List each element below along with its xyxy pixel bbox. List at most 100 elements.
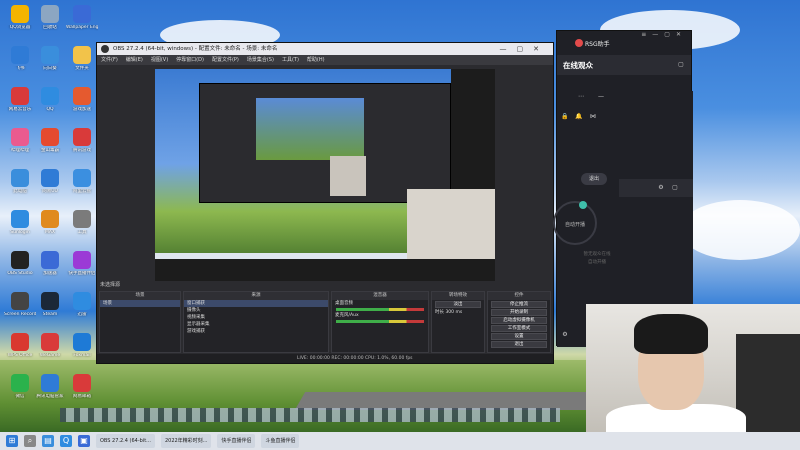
obs-menu-item[interactable]: 编辑(E): [126, 55, 143, 65]
desktop-icon[interactable]: OBS Studio: [4, 248, 36, 284]
lock-icon[interactable]: 🔒: [561, 113, 569, 121]
status-dot: [579, 201, 587, 209]
desktop-icon-label: 迅雷: [77, 312, 87, 317]
audio-meter[interactable]: [336, 320, 424, 323]
taskbar-item[interactable]: 2022年精彩时刻...: [160, 434, 212, 448]
viewer-window-controls[interactable]: ≡—▢✕: [641, 31, 687, 38]
transitions-panel-title: 转场特效: [432, 292, 484, 300]
control-button[interactable]: 退出: [491, 341, 547, 348]
desktop-icon[interactable]: 此电脑: [4, 166, 36, 202]
source-item[interactable]: 窗口捕获: [184, 300, 328, 307]
auto-live-button[interactable]: 自动开播: [553, 201, 597, 245]
obs-menu-item[interactable]: 场景集合(S): [247, 55, 274, 65]
desktop-icon[interactable]: 腾讯电脑管家: [34, 371, 66, 407]
kuaishou-icon: [73, 251, 91, 269]
desktop-icon[interactable]: 飞书: [4, 43, 36, 79]
obs-title-bar[interactable]: OBS 27.2.4 (64-bit, windows) - 配置文件: 未命名…: [97, 43, 553, 55]
desktop-icon[interactable]: 腾讯游戏: [66, 125, 98, 161]
minimize-icon[interactable]: —: [597, 93, 605, 101]
desktop-icon[interactable]: 工具: [66, 207, 98, 243]
desktop-icon[interactable]: Sunlogin: [4, 207, 36, 243]
desktop-icon[interactable]: 哔哩哔哩: [4, 125, 36, 161]
desktop-icon[interactable]: 游戏加速: [66, 84, 98, 120]
window-controls[interactable]: —▢✕: [500, 43, 549, 55]
scene-item[interactable]: 场景: [100, 300, 180, 307]
window-icon[interactable]: ▢: [671, 184, 679, 192]
taskbar-item[interactable]: 快手直播伴侣: [217, 434, 256, 448]
share-icon[interactable]: ⋈: [589, 113, 597, 121]
obs-preview[interactable]: [155, 69, 495, 307]
obs-window[interactable]: OBS 27.2.4 (64-bit, windows) - 配置文件: 未命名…: [96, 42, 554, 364]
obs-menu-item[interactable]: 停靠窗口(D): [176, 55, 204, 65]
mixer-panel: 混音器 桌面音频 麦克风/Aux: [331, 291, 429, 353]
recorder-icon: [11, 292, 29, 310]
scenes-panel-title: 场景: [100, 292, 180, 300]
obs-status-bar: LIVE: 00:00:00 REC: 00:00:00 CPU: 1.0%, …: [97, 354, 553, 363]
desktop-icon[interactable]: Foxmail: [66, 330, 98, 366]
desktop-icon[interactable]: WeGame: [34, 330, 66, 366]
source-item[interactable]: 游戏捕获: [184, 328, 328, 335]
explorer-icon[interactable]: ▤: [42, 435, 54, 447]
desktop-icon[interactable]: 网易邮箱: [66, 371, 98, 407]
desktop-icon[interactable]: Screen Recorder: [4, 289, 36, 325]
desktop-icon[interactable]: QQ浏览器: [4, 2, 36, 38]
control-button[interactable]: 停止推流: [491, 301, 547, 308]
desktop-icon[interactable]: WPS Office: [4, 330, 36, 366]
desktop-icon-label: 工具: [77, 230, 87, 235]
gear-icon[interactable]: ⚙: [561, 331, 569, 339]
desktop-icon-label: WPS Office: [7, 353, 33, 358]
start-icon[interactable]: ⊞: [6, 435, 18, 447]
mixer-track-desktop: 桌面音频: [335, 301, 353, 306]
desktop-icon[interactable]: 微信: [4, 371, 36, 407]
desktop-icon[interactable]: Wallpaper Engine: [66, 2, 98, 38]
desktop-icon[interactable]: 迅雷: [66, 289, 98, 325]
taskbar-item[interactable]: 斗鱼直播伴侣: [261, 434, 300, 448]
desktop-icon[interactable]: Steam: [34, 289, 66, 325]
bell-icon[interactable]: 🔔: [575, 113, 583, 121]
taskbar-item[interactable]: OBS 27.2.4 (64-bit...: [96, 434, 155, 448]
source-item[interactable]: 显示器采集: [184, 321, 328, 328]
taskbar: ⊞ ⌕ ▤ Q ▣ OBS 27.2.4 (64-bit... 2022年精彩时刻…: [0, 432, 800, 450]
desktop-icon[interactable]: 向日葵: [34, 43, 66, 79]
desktop-icon-label: 阿里云盘: [73, 189, 91, 194]
bilibili-icon: [11, 128, 29, 146]
exit-button[interactable]: 退出: [581, 173, 607, 185]
source-item[interactable]: 视频采集: [184, 314, 328, 321]
control-button[interactable]: 设置: [491, 333, 547, 340]
source-item[interactable]: 摄像头: [184, 307, 328, 314]
control-button[interactable]: 启动虚拟摄像机: [491, 317, 547, 324]
control-button[interactable]: 工作室模式: [491, 325, 547, 332]
desktop-icon[interactable]: 阿里云盘: [66, 166, 98, 202]
transitions-panel: 转场特效 淡出 时长 300 ms: [431, 291, 485, 353]
desktop-icon[interactable]: 金山毒霸: [34, 125, 66, 161]
desktop-icon[interactable]: 文件夹: [66, 43, 98, 79]
obs-menu-item[interactable]: 工具(T): [282, 55, 299, 65]
app-icon[interactable]: ▣: [78, 435, 90, 447]
obs-menu-item[interactable]: 文件(F): [101, 55, 118, 65]
qq-icon[interactable]: Q: [60, 435, 72, 447]
transition-select[interactable]: 淡出: [435, 301, 481, 308]
obs-menu-item[interactable]: 配置文件(P): [212, 55, 239, 65]
audio-meter[interactable]: [336, 308, 424, 311]
desktop-icon-label: 文件夹: [75, 66, 89, 71]
more-icon[interactable]: ⋯: [577, 93, 585, 101]
obs-title-text: OBS 27.2.4 (64-bit, windows) - 配置文件: 未命名…: [113, 46, 278, 52]
control-button[interactable]: 开始录制: [491, 309, 547, 316]
obs-menu-item[interactable]: 帮助(H): [307, 55, 325, 65]
desktop-icon[interactable]: QQ: [34, 84, 66, 120]
desktop-icon[interactable]: 回收站: [34, 2, 66, 38]
viewer-title-bar[interactable]: RSG助手 ≡—▢✕: [557, 31, 691, 55]
desktop-icon[interactable]: MAX: [34, 207, 66, 243]
desktop-icon[interactable]: 快手直播伴侣: [66, 248, 98, 284]
viewer-window[interactable]: RSG助手 ≡—▢✕ 在线观众 ▢ 🔒 🔔 ⋈ ⋯ — 退出 ⚙ ▢ 自动开播 …: [553, 30, 693, 347]
desktop-icon-label: Foxmail: [73, 353, 91, 358]
settings-icon[interactable]: ⚙: [657, 184, 665, 192]
desktop-icon[interactable]: 加速器: [34, 248, 66, 284]
obs-menu-item[interactable]: 视图(V): [151, 55, 168, 65]
controls-list: 停止推流 开始录制 启动虚拟摄像机 工作室模式 设置 退出: [488, 301, 550, 348]
search-icon[interactable]: ⌕: [24, 435, 36, 447]
desktop-icon[interactable]: 网易云音乐: [4, 84, 36, 120]
desktop-icon[interactable]: 网易UU: [34, 166, 66, 202]
transition-duration[interactable]: 时长 300 ms: [432, 309, 484, 316]
expand-icon[interactable]: ▢: [677, 61, 685, 69]
